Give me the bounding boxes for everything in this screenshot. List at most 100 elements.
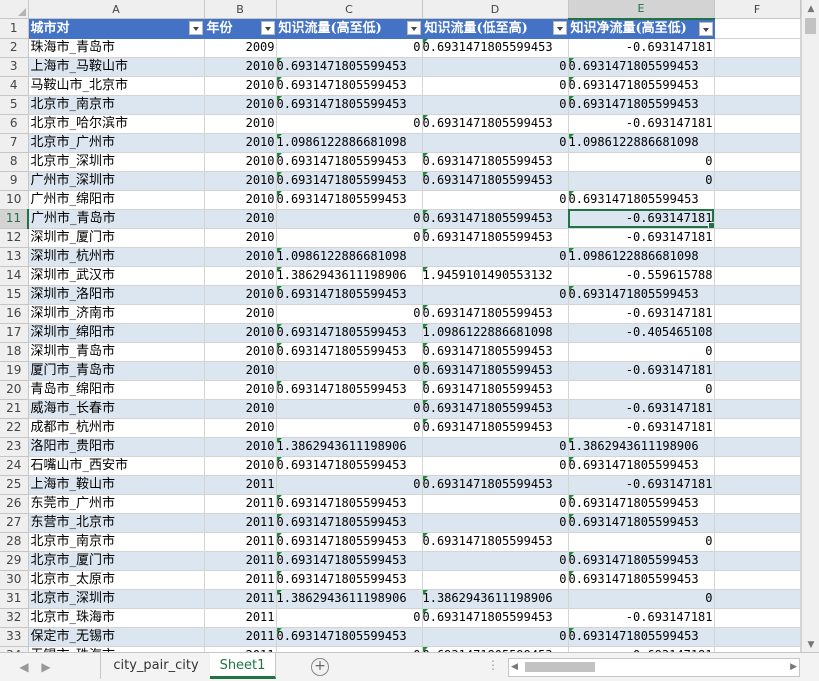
- scroll-up-icon[interactable]: ▲: [802, 2, 819, 16]
- cell-year[interactable]: 2011: [204, 589, 277, 609]
- empty-cell[interactable]: [714, 95, 801, 115]
- empty-cell[interactable]: [714, 570, 801, 590]
- cell-flow-high-low[interactable]: 0.6931471805599453: [276, 570, 423, 590]
- cell-flow-high-low[interactable]: 0.6931471805599453: [276, 513, 423, 533]
- cell-net-flow[interactable]: -0.693147181: [568, 475, 715, 495]
- cell-city-pair[interactable]: 广州市_绵阳市: [28, 190, 205, 210]
- cell-net-flow[interactable]: 0.6931471805599453: [568, 627, 715, 647]
- cell-year[interactable]: 2010: [204, 114, 277, 134]
- cell-city-pair[interactable]: 深圳市_绵阳市: [28, 323, 205, 343]
- column-header-e[interactable]: E: [568, 0, 715, 20]
- cell-net-flow[interactable]: -0.693147181: [568, 418, 715, 438]
- column-header-d[interactable]: D: [422, 0, 569, 19]
- cell-net-flow[interactable]: -0.693147181: [568, 228, 715, 248]
- cell-year[interactable]: 2010: [204, 456, 277, 476]
- empty-cell[interactable]: [714, 551, 801, 571]
- empty-cell[interactable]: [714, 209, 801, 229]
- row-number[interactable]: 8: [0, 152, 29, 172]
- vertical-scrollbar[interactable]: ▲ ▼: [801, 0, 819, 652]
- empty-cell[interactable]: [714, 418, 801, 438]
- cell-flow-high-low[interactable]: 0: [276, 38, 423, 58]
- cell-city-pair[interactable]: 青岛市_绵阳市: [28, 380, 205, 400]
- empty-cell[interactable]: [714, 38, 801, 58]
- row-number[interactable]: 24: [0, 456, 29, 476]
- cell-year[interactable]: 2011: [204, 532, 277, 552]
- header-cell-net-flow[interactable]: 知识净流量(高至低): [568, 18, 715, 39]
- cell-city-pair[interactable]: 上海市_鞍山市: [28, 475, 205, 495]
- empty-cell[interactable]: [714, 399, 801, 419]
- cell-net-flow[interactable]: 1.0986122886681098: [568, 247, 715, 267]
- cell-flow-high-low[interactable]: 0.6931471805599453: [276, 551, 423, 571]
- cell-net-flow[interactable]: -0.405465108: [568, 323, 715, 343]
- row-number[interactable]: 25: [0, 475, 29, 495]
- cell-flow-low-high[interactable]: 0.6931471805599453: [422, 380, 569, 400]
- cell-city-pair[interactable]: 深圳市_济南市: [28, 304, 205, 324]
- cell-city-pair[interactable]: 洛阳市_贵阳市: [28, 437, 205, 457]
- cell-flow-low-high[interactable]: 0.6931471805599453: [422, 304, 569, 324]
- row-number[interactable]: 22: [0, 418, 29, 438]
- cell-net-flow[interactable]: 0.6931471805599453: [568, 57, 715, 77]
- empty-cell[interactable]: [714, 133, 801, 153]
- row-number[interactable]: 2: [0, 38, 29, 58]
- filter-dropdown-icon[interactable]: [698, 21, 713, 36]
- cell-net-flow[interactable]: 0: [568, 171, 715, 191]
- cell-city-pair[interactable]: 北京市_珠海市: [28, 608, 205, 628]
- horizontal-scroll-thumb[interactable]: [525, 662, 595, 672]
- cell-flow-low-high[interactable]: 0.6931471805599453: [422, 228, 569, 248]
- filter-dropdown-icon[interactable]: [260, 21, 275, 35]
- cell-year[interactable]: 2010: [204, 418, 277, 438]
- cell-flow-high-low[interactable]: 0.6931471805599453: [276, 342, 423, 362]
- cell-flow-low-high[interactable]: 0: [422, 570, 569, 590]
- row-number[interactable]: 28: [0, 532, 29, 552]
- cell-flow-low-high[interactable]: 0: [422, 627, 569, 647]
- cell-net-flow[interactable]: -0.693147181: [568, 304, 715, 324]
- scroll-right-icon[interactable]: ▶: [790, 659, 797, 676]
- sheet-tab-city-pair-city[interactable]: city_pair_city: [100, 653, 212, 679]
- empty-cell[interactable]: [714, 323, 801, 343]
- filter-dropdown-icon[interactable]: [188, 21, 203, 35]
- cell-net-flow[interactable]: -0.559615788: [568, 266, 715, 286]
- cell-flow-low-high[interactable]: 1.0986122886681098: [422, 323, 569, 343]
- header-cell-year[interactable]: 年份: [204, 18, 277, 39]
- empty-cell[interactable]: [714, 190, 801, 210]
- cell-flow-high-low[interactable]: 0.6931471805599453: [276, 456, 423, 476]
- cell-year[interactable]: 2010: [204, 76, 277, 96]
- cell-flow-low-high[interactable]: 0: [422, 190, 569, 210]
- cell-net-flow[interactable]: -0.693147181: [568, 608, 715, 628]
- empty-cell[interactable]: [714, 475, 801, 495]
- empty-cell[interactable]: [714, 266, 801, 286]
- cell-net-flow[interactable]: 1.3862943611198906: [568, 437, 715, 457]
- cell-year[interactable]: 2011: [204, 551, 277, 571]
- row-number[interactable]: 33: [0, 627, 29, 647]
- row-number[interactable]: 32: [0, 608, 29, 628]
- cell-flow-high-low[interactable]: 0.6931471805599453: [276, 323, 423, 343]
- cell-net-flow[interactable]: 0.6931471805599453: [568, 570, 715, 590]
- cell-net-flow[interactable]: 0.6931471805599453: [568, 285, 715, 305]
- empty-cell[interactable]: [714, 247, 801, 267]
- cell-flow-low-high[interactable]: 0.6931471805599453: [422, 38, 569, 58]
- row-number[interactable]: 6: [0, 114, 29, 134]
- empty-cell[interactable]: [714, 342, 801, 362]
- cell-net-flow[interactable]: -0.693147181: [568, 399, 715, 419]
- cell-flow-high-low[interactable]: 0: [276, 114, 423, 134]
- cell-flow-low-high[interactable]: 0.6931471805599453: [422, 209, 569, 229]
- cell-flow-high-low[interactable]: 1.0986122886681098: [276, 247, 423, 267]
- filter-dropdown-icon[interactable]: [552, 21, 567, 35]
- cell-flow-low-high[interactable]: 1.9459101490553132: [422, 266, 569, 286]
- cell-flow-low-high[interactable]: 0: [422, 551, 569, 571]
- empty-cell[interactable]: [714, 76, 801, 96]
- cell-flow-high-low[interactable]: 1.3862943611198906: [276, 589, 423, 609]
- cell-year[interactable]: 2010: [204, 266, 277, 286]
- vertical-scroll-thumb[interactable]: [805, 18, 816, 34]
- cell-city-pair[interactable]: 北京市_南京市: [28, 532, 205, 552]
- cell-city-pair[interactable]: 东营市_北京市: [28, 513, 205, 533]
- cell-city-pair[interactable]: 深圳市_厦门市: [28, 228, 205, 248]
- cell-city-pair[interactable]: 深圳市_洛阳市: [28, 285, 205, 305]
- column-header-a[interactable]: A: [28, 0, 205, 19]
- row-number[interactable]: 4: [0, 76, 29, 96]
- select-all-corner[interactable]: [0, 0, 29, 19]
- cell-flow-high-low[interactable]: 0: [276, 304, 423, 324]
- empty-cell[interactable]: [714, 18, 801, 39]
- cell-flow-low-high[interactable]: 0.6931471805599453: [422, 342, 569, 362]
- cell-city-pair[interactable]: 广州市_青岛市: [28, 209, 205, 229]
